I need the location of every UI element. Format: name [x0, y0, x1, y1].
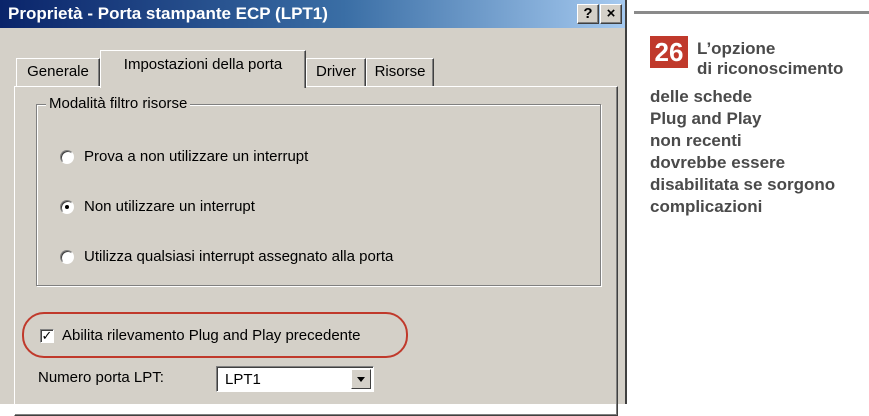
- caption-line: non recenti: [650, 131, 742, 150]
- radio-button[interactable]: [60, 150, 74, 164]
- caption-number-badge: 26: [650, 36, 688, 68]
- radio-label: Prova a non utilizzare un interrupt: [84, 148, 309, 165]
- close-button[interactable]: ×: [600, 4, 622, 24]
- dialog-title: Proprietà - Porta stampante ECP (LPT1): [8, 4, 328, 23]
- tab-generale[interactable]: Generale: [16, 58, 100, 86]
- radio-button-selected[interactable]: [60, 200, 74, 214]
- checkbox-label: Abilita rilevamento Plug and Play preced…: [62, 327, 361, 344]
- caption-line: dovrebbe essere: [650, 153, 786, 172]
- caption-line: L’opzione: [697, 39, 776, 58]
- lpt-number-label: Numero porta LPT:: [38, 369, 164, 386]
- caption-top-rule: [634, 11, 869, 14]
- legacy-pnp-checkbox[interactable]: ✓: [40, 329, 54, 343]
- lpt-number-select[interactable]: LPT1: [216, 366, 374, 392]
- properties-dialog: Proprietà - Porta stampante ECP (LPT1) ?…: [0, 0, 627, 416]
- caption-line: di riconoscimento: [697, 59, 844, 78]
- caption-line: disabilitata se sorgono: [650, 175, 836, 194]
- tab-driver[interactable]: Driver: [306, 58, 366, 86]
- caption-line: Plug and Play: [650, 109, 762, 128]
- caption-line: delle schede: [650, 87, 753, 106]
- radio-label: Non utilizzare un interrupt: [84, 198, 255, 215]
- radio-button[interactable]: [60, 250, 74, 264]
- tab-risorse[interactable]: Risorse: [366, 58, 434, 86]
- group-title: Modalità filtro risorse: [46, 95, 191, 113]
- radio-label: Utilizza qualsiasi interrupt assegnato a…: [84, 248, 394, 265]
- chevron-down-icon[interactable]: [351, 369, 371, 389]
- caption-line: complicazioni: [650, 197, 763, 216]
- help-button[interactable]: ?: [577, 4, 599, 24]
- title-bar[interactable]: Proprietà - Porta stampante ECP (LPT1): [0, 0, 625, 28]
- tab-impostazioni-porta[interactable]: Impostazioni della porta: [100, 50, 306, 88]
- radio-dot-icon: [65, 205, 69, 209]
- lpt-number-value: LPT1: [225, 371, 261, 388]
